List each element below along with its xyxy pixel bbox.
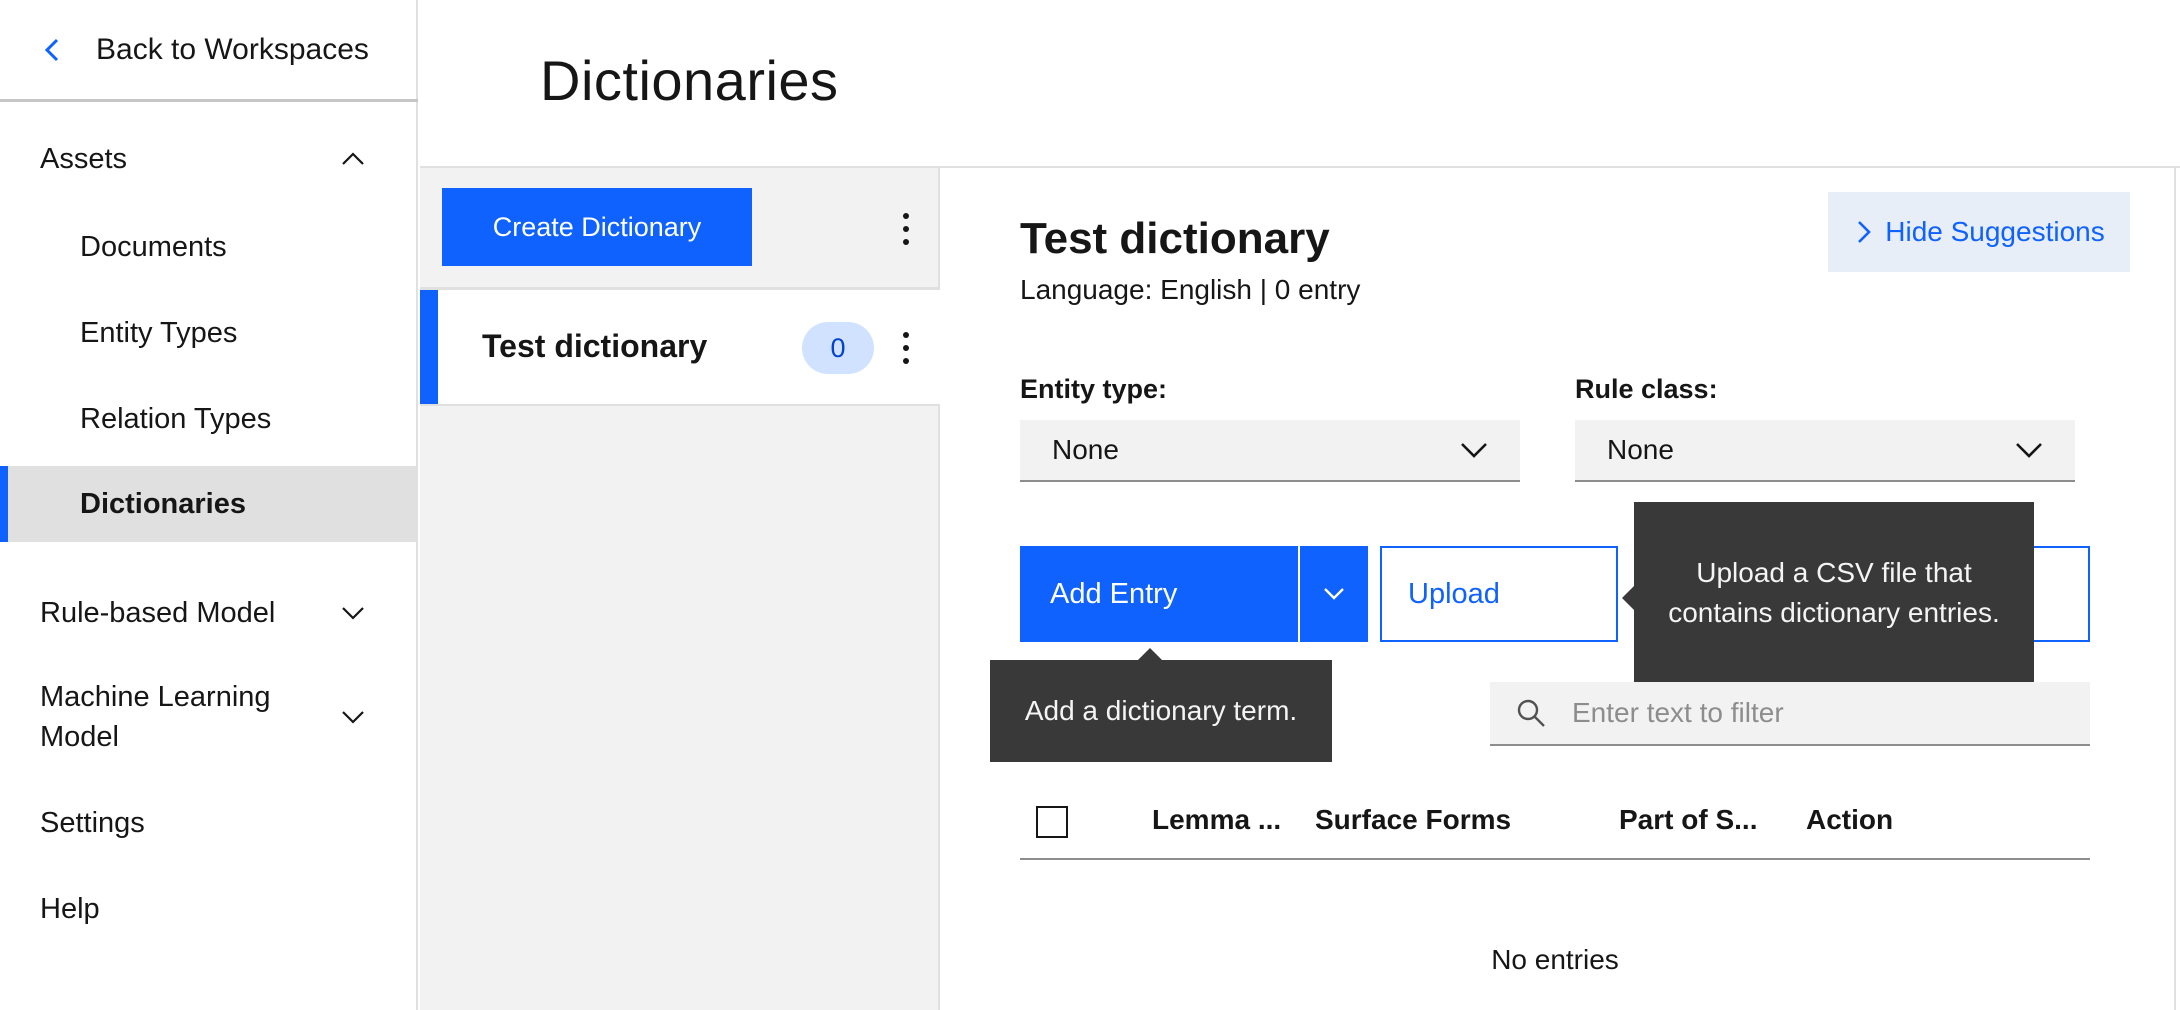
overflow-menu-vertical-icon <box>903 213 909 245</box>
upload-button[interactable]: Upload <box>1380 546 1618 642</box>
add-entry-button[interactable]: Add Entry <box>1020 546 1368 642</box>
add-entry-label: Add Entry <box>1020 546 1300 642</box>
select-all-checkbox[interactable] <box>1036 806 1068 838</box>
sidebar-item-dictionaries[interactable]: Dictionaries <box>0 466 418 542</box>
add-entry-tooltip: Add a dictionary term. <box>990 648 1332 762</box>
sidebar-item-label: Machine Learning Model <box>40 677 340 757</box>
back-to-workspaces-label: Back to Workspaces <box>96 32 369 66</box>
chevron-down-icon <box>1461 443 1487 458</box>
column-header-surface-forms[interactable]: Surface Forms <box>1315 804 1511 836</box>
back-to-workspaces-link[interactable]: Back to Workspaces <box>0 0 418 102</box>
entry-count-badge: 0 <box>802 322 874 374</box>
sidebar-item-label: Help <box>40 892 100 925</box>
chevron-up-icon <box>342 152 364 165</box>
column-header-part-of-speech[interactable]: Part of S... <box>1619 804 1757 836</box>
chevron-down-icon <box>342 711 364 724</box>
sidebar-item-help[interactable]: Help <box>0 878 418 940</box>
dictionary-overflow-menu-button[interactable] <box>886 323 926 373</box>
page-title: Dictionaries <box>540 49 839 112</box>
entries-table-header: Lemma ... Surface Forms Part of S... Act… <box>1020 790 2090 860</box>
dictionary-meta: Language: English | 0 entry <box>1020 274 1361 305</box>
dictionary-title: Test dictionary <box>1020 214 1330 263</box>
sidebar-item-settings[interactable]: Settings <box>0 792 418 854</box>
rule-class-select[interactable]: None <box>1575 420 2075 482</box>
sidebar-item-label: Rule-based Model <box>40 596 276 629</box>
sidebar-item-machine-learning-model[interactable]: Machine Learning Model <box>0 672 418 762</box>
chevron-right-icon <box>1858 221 1872 243</box>
sidebar-item-assets[interactable]: Assets <box>0 128 418 190</box>
dictionary-name: Test dictionary <box>482 328 708 364</box>
search-icon <box>1517 699 1545 727</box>
chevron-down-icon <box>2016 443 2042 458</box>
sidebar-item-label: Documents <box>80 230 227 263</box>
add-entry-dropdown-toggle[interactable] <box>1300 546 1368 642</box>
column-header-lemma[interactable]: Lemma ... <box>1152 804 1281 836</box>
sidebar-item-label-line2: Model <box>40 721 119 753</box>
entity-type-value: None <box>1052 434 1119 465</box>
filter-search <box>1490 682 2090 746</box>
sidebar: Back to Workspaces Assets Documents Enti… <box>0 0 418 1010</box>
sidebar-item-label: Relation Types <box>80 402 272 435</box>
empty-table-message: No entries <box>1491 944 1619 975</box>
chevron-left-icon <box>44 38 59 61</box>
entity-type-label: Entity type: <box>1020 374 1168 404</box>
sidebar-item-documents[interactable]: Documents <box>0 216 418 278</box>
sidebar-item-label: Assets <box>40 142 128 175</box>
sidebar-item-entity-types[interactable]: Entity Types <box>0 302 418 364</box>
rule-class-value: None <box>1607 434 1674 465</box>
sidebar-item-label: Entity Types <box>80 316 238 349</box>
list-overflow-menu-button[interactable] <box>886 204 926 254</box>
panel-right-border <box>2174 168 2176 1010</box>
sidebar-item-relation-types[interactable]: Relation Types <box>0 388 418 450</box>
rule-class-label: Rule class: <box>1575 374 1718 404</box>
sidebar-item-rule-based-model[interactable]: Rule-based Model <box>0 582 418 644</box>
sidebar-item-label: Settings <box>40 806 145 839</box>
entity-type-select[interactable]: None <box>1020 420 1520 482</box>
upload-tooltip: Upload a CSV file that contains dictiona… <box>1622 502 2034 684</box>
create-dictionary-button[interactable]: Create Dictionary <box>442 188 752 266</box>
overflow-menu-vertical-icon <box>903 332 909 364</box>
chevron-down-icon <box>342 607 364 620</box>
hide-suggestions-label: Hide Suggestions <box>1885 216 2105 247</box>
column-header-action: Action <box>1806 804 1894 835</box>
list-item[interactable]: Test dictionary 0 <box>420 290 940 406</box>
filter-input[interactable] <box>1572 697 2090 729</box>
chevron-down-icon <box>1324 588 1344 600</box>
sidebar-item-label-line1: Machine Learning <box>40 681 271 713</box>
sidebar-item-label: Dictionaries <box>80 487 246 520</box>
hide-suggestions-button[interactable]: Hide Suggestions <box>1828 192 2130 272</box>
